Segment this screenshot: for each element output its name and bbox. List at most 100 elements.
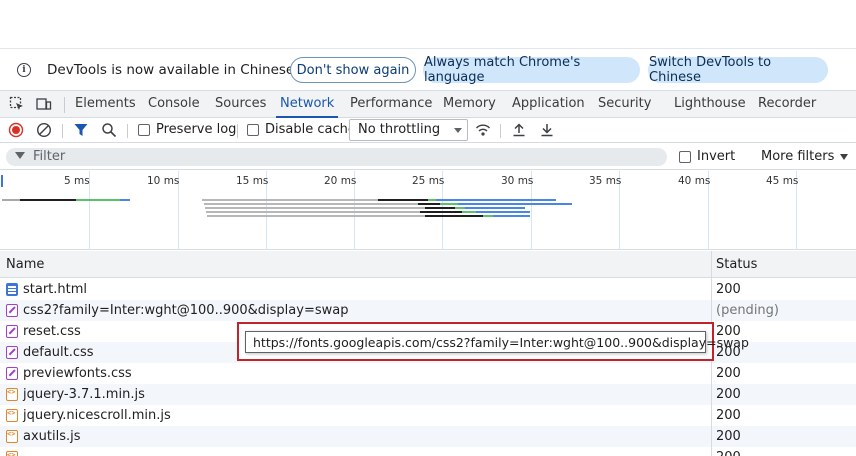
tick-label: 20 ms: [324, 175, 357, 187]
tab-elements[interactable]: Elements: [75, 91, 136, 118]
throttling-value: No throttling: [358, 122, 441, 137]
tab-sources[interactable]: Sources: [215, 91, 266, 118]
tab-memory[interactable]: Memory: [443, 91, 496, 118]
table-row[interactable]: jquery-3.7.1.min.js 200: [0, 384, 856, 405]
export-har-icon[interactable]: [539, 122, 555, 138]
table-row[interactable]: previewfonts.css 200: [0, 363, 856, 384]
tab-network[interactable]: Network: [275, 91, 339, 118]
waterfall-bar: [493, 215, 530, 217]
waterfall-bar: [202, 199, 378, 201]
waterfall-bar: [462, 211, 476, 213]
column-status-header[interactable]: Status: [716, 257, 757, 272]
tick-label: 45 ms: [766, 175, 799, 187]
waterfall-bar: [120, 199, 130, 201]
request-name: default.css: [23, 345, 94, 360]
waterfall-bar: [425, 207, 455, 209]
script-icon: [6, 430, 18, 443]
waterfall-bar: [458, 203, 572, 205]
url-tooltip: https://fonts.googleapis.com/css2?family…: [245, 331, 749, 353]
disable-cache-label: Disable cache: [265, 122, 356, 137]
import-har-icon[interactable]: [511, 122, 527, 138]
waterfall-bar: [378, 199, 428, 201]
throttling-select[interactable]: No throttling: [349, 119, 468, 141]
tab-recorder[interactable]: Recorder: [758, 91, 816, 118]
chevron-down-icon: [840, 153, 849, 160]
disable-cache-checkbox[interactable]: [247, 124, 259, 136]
waterfall-bar: [476, 211, 530, 213]
request-name: css2?family=Inter:wght@100..900&display=…: [23, 303, 349, 318]
page-top-area: [0, 0, 856, 49]
stylesheet-icon: [6, 346, 18, 359]
request-name: reset.css: [23, 324, 81, 339]
more-filters-button[interactable]: More filters: [761, 149, 849, 164]
table-row[interactable]: css2?family=Inter:wght@100..900&display=…: [0, 300, 856, 321]
tooltip-url: https://fonts.googleapis.com/css2?family…: [253, 335, 749, 350]
preserve-log-checkbox[interactable]: [138, 124, 150, 136]
request-name: jquery.nicescroll.min.js: [23, 408, 171, 423]
invert-checkbox[interactable]: [679, 151, 691, 163]
filter-input[interactable]: Filter: [6, 148, 667, 166]
waterfall-bar: [465, 207, 525, 209]
request-status: 200: [716, 450, 741, 456]
switch-devtools-language-button[interactable]: Switch DevTools to Chinese: [648, 55, 828, 85]
tab-performance[interactable]: Performance: [350, 91, 432, 118]
table-row[interactable]: jquery.nicescroll.min.js 200: [0, 405, 856, 426]
tick-label: 15 ms: [236, 175, 269, 187]
script-icon: [6, 388, 18, 401]
table-row[interactable]: axutils.js 200: [0, 426, 856, 447]
tab-lighthouse[interactable]: Lighthouse: [674, 91, 746, 118]
waterfall-bar: [455, 207, 465, 209]
waterfall-bar: [20, 199, 76, 201]
waterfall-bar: [420, 211, 462, 213]
tick-label: 25 ms: [412, 175, 445, 187]
toolbar-separator: [500, 124, 501, 138]
tick-label: 35 ms: [589, 175, 622, 187]
waterfall-bar: [2, 199, 20, 201]
filter-icon[interactable]: [73, 122, 89, 138]
tick-label: 40 ms: [678, 175, 711, 187]
request-status: 200: [716, 366, 741, 381]
network-overview-timeline[interactable]: 5 ms 10 ms 15 ms 20 ms 25 ms 30 ms 35 ms…: [0, 171, 856, 250]
column-name-header[interactable]: Name: [6, 257, 44, 272]
waterfall-bar: [204, 203, 418, 205]
toolbar-separator: [127, 124, 128, 138]
request-status: 200: [716, 408, 741, 423]
stylesheet-icon: [6, 367, 18, 380]
waterfall-bar: [76, 199, 120, 201]
toolbar-separator: [62, 124, 63, 138]
tab-console[interactable]: Console: [148, 91, 200, 118]
script-icon: [6, 409, 18, 422]
request-name: start.html: [23, 282, 88, 297]
request-table-header: Name Status: [0, 251, 856, 278]
waterfall-bar: [483, 215, 493, 217]
clear-icon[interactable]: [36, 122, 52, 138]
search-icon[interactable]: [101, 122, 117, 138]
always-match-language-button[interactable]: Always match Chrome's language: [423, 55, 640, 85]
waterfall-bar: [428, 199, 436, 201]
tab-application[interactable]: Application: [512, 91, 585, 118]
toolbar-separator: [237, 124, 238, 138]
request-status: 200: [716, 387, 741, 402]
tab-security[interactable]: Security: [598, 91, 651, 118]
waterfall-bar: [207, 215, 425, 217]
request-name: axutils.js: [23, 429, 81, 444]
device-toolbar-icon[interactable]: [36, 96, 52, 112]
table-row[interactable]: 200: [0, 447, 856, 456]
url-tooltip-highlight: https://fonts.googleapis.com/css2?family…: [237, 322, 749, 361]
infobar-message: DevTools is now available in Chinese: [47, 61, 295, 78]
more-filters-label: More filters: [761, 149, 835, 164]
tab-separator: [64, 97, 65, 113]
waterfall-bar: [206, 211, 420, 213]
request-status: (pending): [716, 303, 779, 318]
filter-placeholder: Filter: [33, 149, 66, 164]
table-row[interactable]: start.html 200: [0, 279, 856, 300]
request-status: 200: [716, 429, 741, 444]
dont-show-again-button[interactable]: Don't show again: [290, 57, 416, 83]
waterfall-bar: [440, 203, 458, 205]
stop-recording-icon[interactable]: [8, 122, 24, 138]
request-name: previewfonts.css: [23, 366, 132, 381]
document-icon: [6, 283, 18, 296]
network-conditions-icon[interactable]: [475, 122, 491, 138]
request-name: jquery-3.7.1.min.js: [23, 387, 145, 402]
inspect-element-icon[interactable]: [9, 96, 25, 112]
